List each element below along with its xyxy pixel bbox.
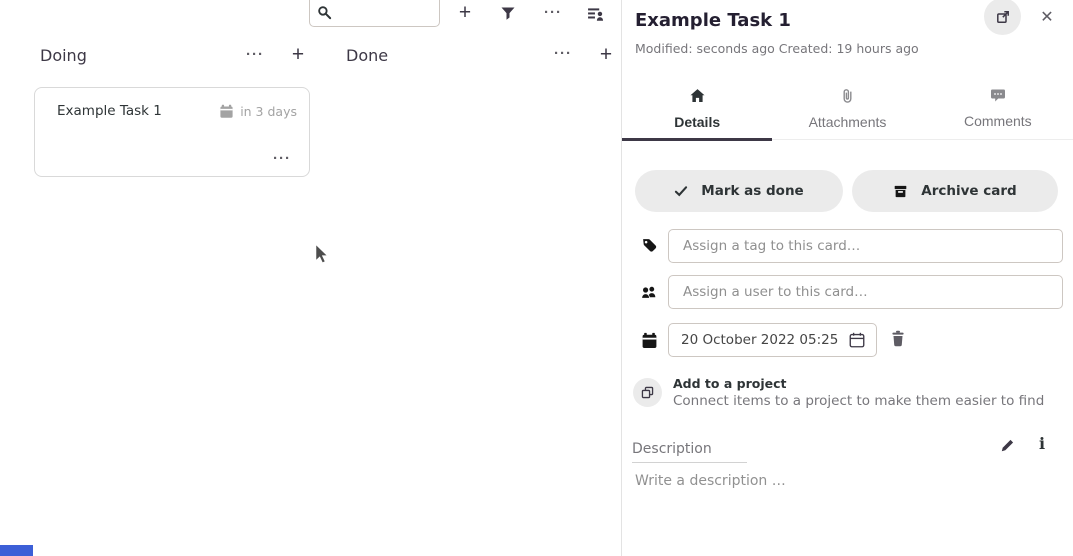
project-copy-icon bbox=[640, 385, 655, 400]
card-details-panel: Example Task 1 Modified: seconds ago Cre… bbox=[622, 0, 1073, 556]
doing-column-menu-button[interactable]: ··· bbox=[242, 44, 268, 66]
remove-date-button[interactable] bbox=[890, 330, 906, 347]
search-icon bbox=[317, 5, 332, 20]
external-link-icon bbox=[995, 9, 1011, 25]
chat-bubble-icon bbox=[990, 88, 1006, 103]
calendar-icon bbox=[641, 332, 658, 349]
add-to-project-button[interactable] bbox=[633, 378, 662, 407]
check-icon bbox=[674, 184, 688, 198]
card-title: Example Task 1 bbox=[57, 103, 162, 119]
archive-card-label: Archive card bbox=[921, 183, 1016, 199]
due-date-value: 20 October 2022 05:25 bbox=[681, 332, 848, 348]
doing-add-card-button[interactable]: + bbox=[288, 42, 308, 68]
assign-tag-input[interactable] bbox=[668, 229, 1063, 263]
description-info-button[interactable]: i bbox=[1039, 434, 1045, 453]
description-label: Description bbox=[632, 441, 712, 457]
done-column-menu-button[interactable]: ··· bbox=[550, 43, 576, 65]
filter-button[interactable] bbox=[500, 5, 516, 21]
info-icon: i bbox=[1039, 434, 1045, 453]
board-menu-button[interactable]: ··· bbox=[540, 2, 566, 24]
calendar-outline-icon bbox=[848, 331, 866, 349]
more-icon: ··· bbox=[246, 46, 264, 63]
tag-icon bbox=[641, 237, 658, 254]
assign-user-input[interactable] bbox=[668, 275, 1063, 309]
card-due: in 3 days bbox=[219, 104, 297, 119]
tab-attachments[interactable]: Attachments bbox=[772, 78, 922, 139]
more-icon: ··· bbox=[273, 150, 291, 167]
accent-corner-bar bbox=[0, 545, 33, 556]
close-icon: ✕ bbox=[1040, 9, 1053, 26]
home-icon bbox=[689, 88, 706, 104]
close-panel-button[interactable]: ✕ bbox=[1036, 5, 1058, 29]
tab-comments[interactable]: Comments bbox=[923, 78, 1073, 139]
trash-icon bbox=[890, 330, 906, 347]
add-to-project-title: Add to a project bbox=[673, 376, 786, 391]
more-icon: ··· bbox=[544, 4, 562, 21]
assignees-view-button[interactable] bbox=[587, 5, 604, 22]
list-person-icon bbox=[587, 5, 604, 22]
mark-as-done-label: Mark as done bbox=[701, 183, 803, 199]
tab-label: Attachments bbox=[809, 114, 887, 130]
more-icon: ··· bbox=[554, 45, 572, 62]
paperclip-icon bbox=[840, 88, 854, 104]
pencil-icon bbox=[1000, 437, 1016, 453]
tab-details[interactable]: Details bbox=[622, 78, 772, 139]
mouse-cursor-icon bbox=[315, 243, 330, 264]
card-menu-button[interactable]: ··· bbox=[269, 148, 295, 170]
panel-title: Example Task 1 bbox=[635, 10, 791, 31]
due-date-field[interactable]: 20 October 2022 05:25 bbox=[668, 323, 877, 357]
mark-as-done-button[interactable]: Mark as done bbox=[635, 170, 843, 212]
active-tab-underline bbox=[622, 138, 772, 141]
edit-description-button[interactable] bbox=[1000, 437, 1016, 453]
description-placeholder[interactable]: Write a description … bbox=[635, 473, 786, 489]
tab-label: Details bbox=[674, 114, 720, 130]
archive-card-button[interactable]: Archive card bbox=[852, 170, 1058, 212]
calendar-icon bbox=[219, 104, 234, 119]
panel-tabs: Details Attachments Comments bbox=[622, 78, 1073, 140]
users-icon bbox=[640, 284, 658, 300]
tab-label: Comments bbox=[964, 113, 1032, 129]
add-to-project-subtitle: Connect items to a project to make them … bbox=[673, 393, 1044, 409]
board-area: + ··· Doing ··· + Done ··· + Example T bbox=[0, 0, 621, 556]
funnel-icon bbox=[500, 5, 516, 21]
archive-icon bbox=[893, 184, 908, 199]
kanban-app: + ··· Doing ··· + Done ··· + Example T bbox=[0, 0, 1073, 556]
card-due-label: in 3 days bbox=[240, 104, 297, 119]
panel-meta: Modified: seconds ago Created: 19 hours … bbox=[635, 41, 919, 56]
description-underline bbox=[632, 462, 747, 463]
open-in-window-button[interactable] bbox=[984, 0, 1021, 35]
column-title-done: Done bbox=[346, 46, 388, 65]
done-add-card-button[interactable]: + bbox=[596, 42, 616, 68]
column-title-doing: Doing bbox=[40, 46, 87, 65]
task-card[interactable]: Example Task 1 in 3 days ··· bbox=[34, 87, 310, 177]
add-column-button[interactable]: + bbox=[455, 0, 475, 26]
